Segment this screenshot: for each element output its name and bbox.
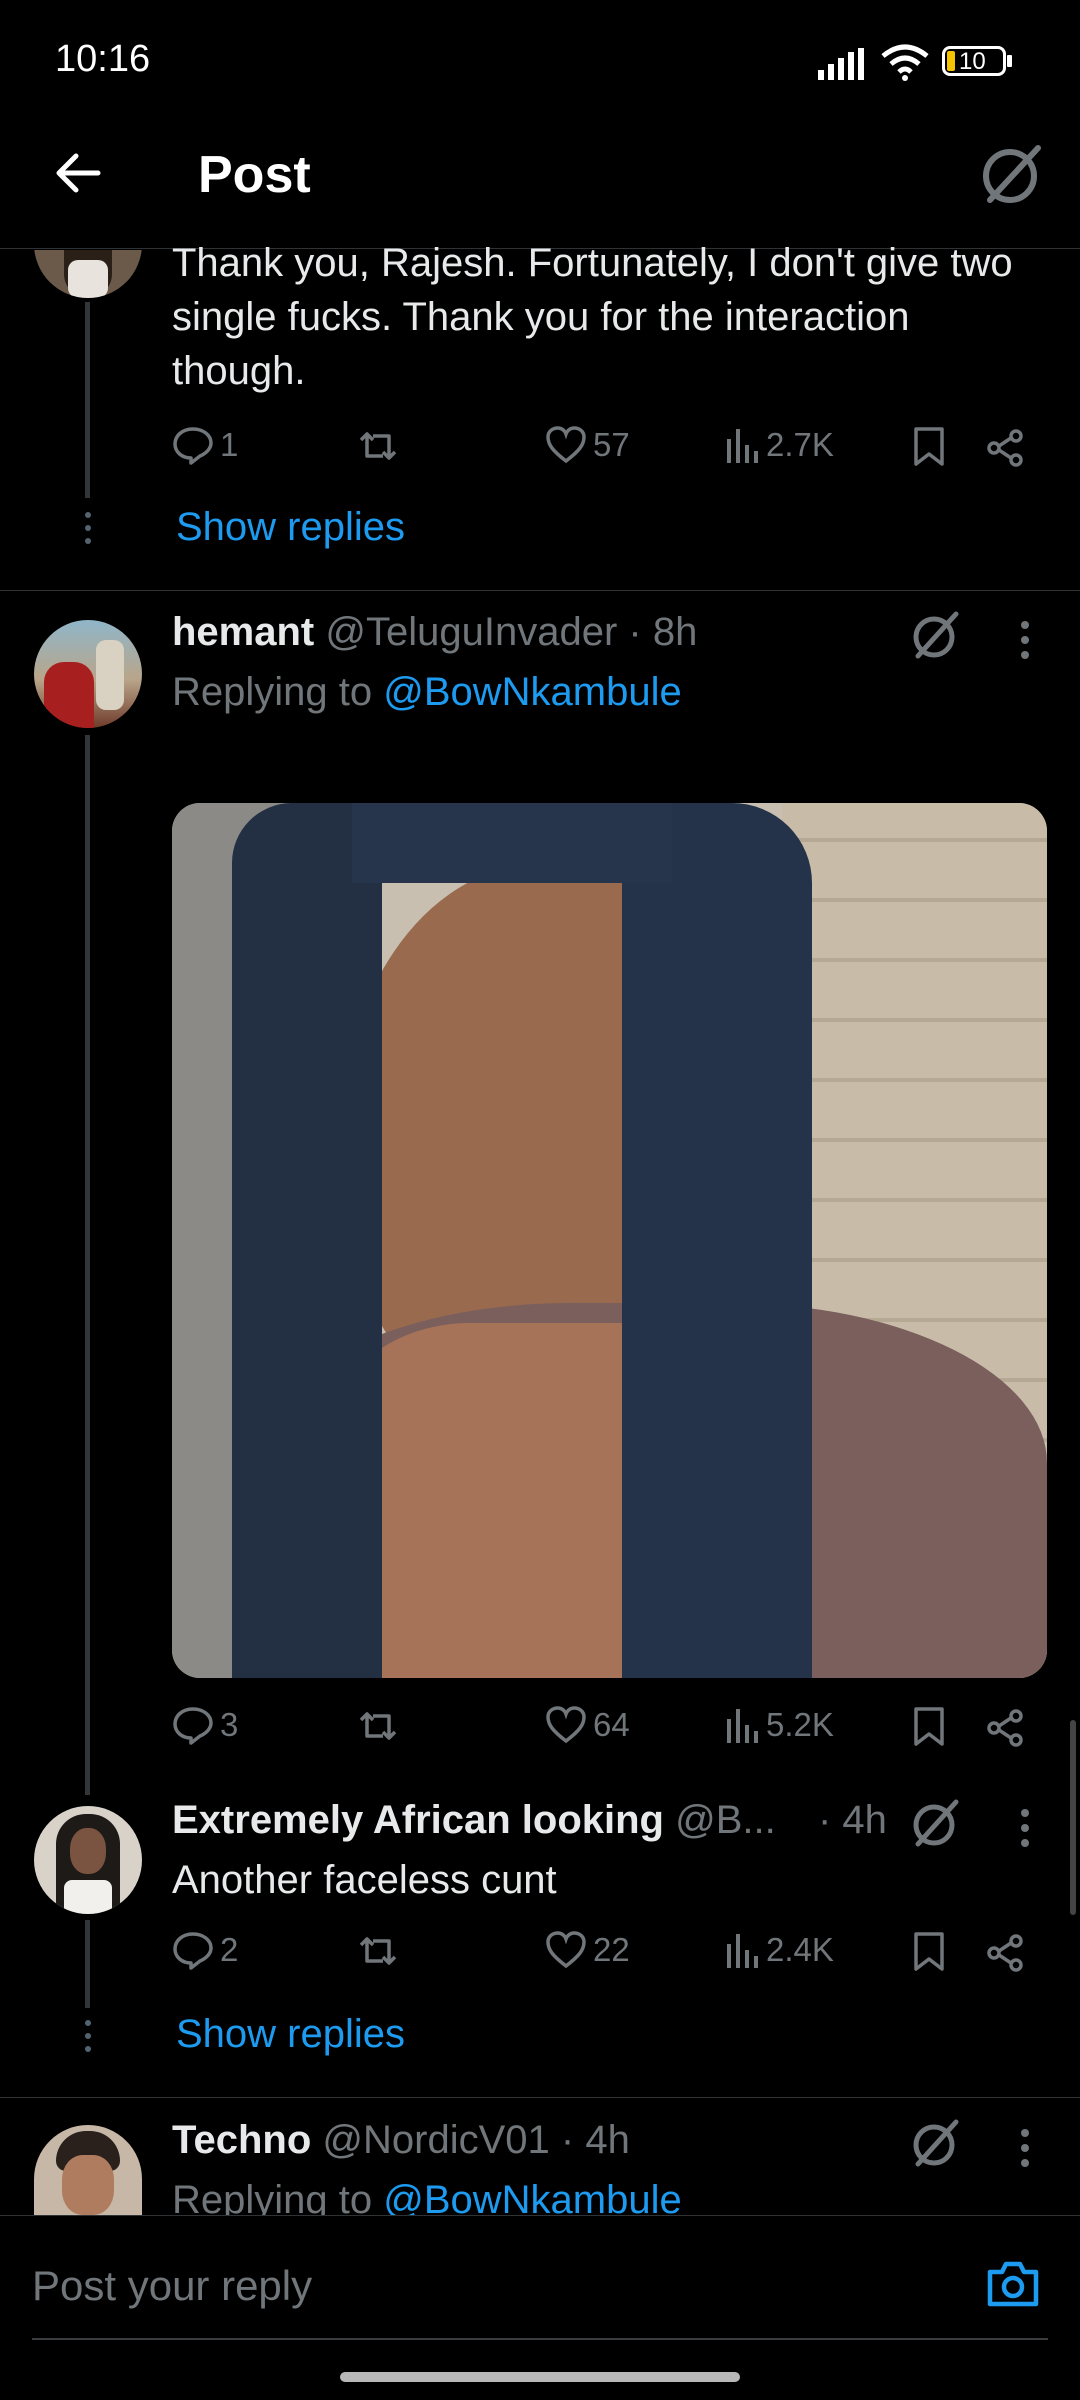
reply-button[interactable]: 1 <box>172 425 238 465</box>
author-name[interactable]: Extremely African looking <box>172 1798 664 1842</box>
more-replies-dots <box>85 2020 91 2052</box>
views-icon <box>727 429 758 463</box>
bookmark-icon[interactable] <box>912 1706 946 1748</box>
grok-icon[interactable] <box>910 1798 960 1848</box>
home-indicator[interactable] <box>340 2372 740 2382</box>
avatar[interactable] <box>34 1806 142 1914</box>
post-meta: Techno @NordicV01 · 4h <box>172 2118 630 2163</box>
repost-icon[interactable] <box>355 428 401 464</box>
camera-icon[interactable] <box>984 2258 1042 2310</box>
replying-to-handle[interactable]: @BowNkambule <box>383 670 682 714</box>
post-time: · 4h <box>560 2118 630 2162</box>
share-icon[interactable] <box>986 428 1026 468</box>
show-replies-link[interactable]: Show replies <box>176 505 405 550</box>
author-handle[interactable]: @NordicV01 <box>322 2118 549 2162</box>
views-button[interactable]: 2.4K <box>724 1930 834 1970</box>
battery-level: 10 <box>959 48 986 75</box>
views-icon <box>727 1709 758 1743</box>
like-count: 57 <box>593 426 630 463</box>
thread-line <box>85 302 90 498</box>
like-count: 22 <box>593 1931 630 1968</box>
replying-to: Replying to @BowNkambule <box>172 2178 682 2215</box>
reply-button[interactable]: 2 <box>172 1930 238 1970</box>
views-icon <box>727 1934 758 1968</box>
view-count: 2.4K <box>766 1931 834 1968</box>
heart-icon <box>546 1931 586 1969</box>
views-button[interactable]: 5.2K <box>724 1705 834 1745</box>
grok-icon[interactable] <box>980 142 1044 206</box>
replying-to-handle[interactable]: @BowNkambule <box>383 2178 682 2215</box>
reply-count: 2 <box>220 1931 239 1968</box>
like-button[interactable]: 64 <box>545 1705 630 1745</box>
post-meta: hemant @TeluguInvader · 8h <box>172 610 697 655</box>
show-replies-link[interactable]: Show replies <box>176 2012 405 2057</box>
thread-line <box>85 1920 90 2008</box>
like-count: 64 <box>593 1706 630 1743</box>
back-arrow-icon[interactable] <box>52 148 102 198</box>
post-image[interactable] <box>172 803 1047 1678</box>
share-icon[interactable] <box>986 1708 1026 1748</box>
author-name[interactable]: Techno <box>172 2118 311 2162</box>
avatar[interactable] <box>34 2125 142 2215</box>
reply-input[interactable]: Post your reply <box>32 2262 312 2310</box>
replying-to: Replying to @BowNkambule <box>172 670 682 714</box>
reply-button[interactable]: 3 <box>172 1705 238 1745</box>
post-time: · 4h <box>818 1798 887 1842</box>
author-handle[interactable]: @TeluguInvader <box>325 610 617 654</box>
reply-icon <box>173 1932 213 1970</box>
reply-icon <box>173 1707 213 1745</box>
post-divider <box>0 2097 1080 2098</box>
post-divider <box>0 590 1080 591</box>
composer-divider <box>0 2215 1080 2216</box>
avatar[interactable] <box>34 620 142 728</box>
more-options-icon[interactable] <box>1020 2128 1030 2168</box>
like-button[interactable]: 22 <box>545 1930 630 1970</box>
like-button[interactable]: 57 <box>545 425 630 465</box>
thread-line <box>85 735 90 1795</box>
more-options-icon[interactable] <box>1020 620 1030 660</box>
battery-icon: 10 <box>942 46 1006 76</box>
post-time: · 8h <box>628 610 698 654</box>
author-name[interactable]: hemant <box>172 610 314 654</box>
heart-icon <box>546 426 586 464</box>
status-time: 10:16 <box>55 38 151 80</box>
bookmark-icon[interactable] <box>912 426 946 468</box>
grok-icon[interactable] <box>910 2118 960 2168</box>
post-text: Thank you, Rajesh. Fortunately, I don't … <box>172 241 1013 393</box>
views-button[interactable]: 2.7K <box>724 425 834 465</box>
signal-icon <box>818 48 864 80</box>
heart-icon <box>546 1706 586 1744</box>
grok-icon[interactable] <box>910 610 960 660</box>
reply-count: 1 <box>220 426 239 463</box>
status-bar: 10:16 10 <box>0 0 1080 125</box>
view-count: 5.2K <box>766 1706 834 1743</box>
post-text: Another faceless cunt <box>172 1858 557 1902</box>
page-title: Post <box>198 146 311 204</box>
post-meta: Extremely African looking @B... <box>172 1798 776 1843</box>
wifi-icon <box>881 44 929 81</box>
input-underline <box>32 2338 1048 2340</box>
repost-icon[interactable] <box>355 1933 401 1969</box>
reply-icon <box>173 427 213 465</box>
author-handle[interactable]: @B... <box>675 1798 776 1842</box>
top-app-bar <box>0 125 1080 250</box>
scrollbar-thumb[interactable] <box>1070 1720 1076 1915</box>
more-replies-dots <box>85 512 91 544</box>
reply-count: 3 <box>220 1706 239 1743</box>
battery-tip <box>1007 55 1012 67</box>
more-options-icon[interactable] <box>1020 1808 1030 1848</box>
repost-icon[interactable] <box>355 1708 401 1744</box>
bookmark-icon[interactable] <box>912 1931 946 1973</box>
view-count: 2.7K <box>766 426 834 463</box>
share-icon[interactable] <box>986 1933 1026 1973</box>
